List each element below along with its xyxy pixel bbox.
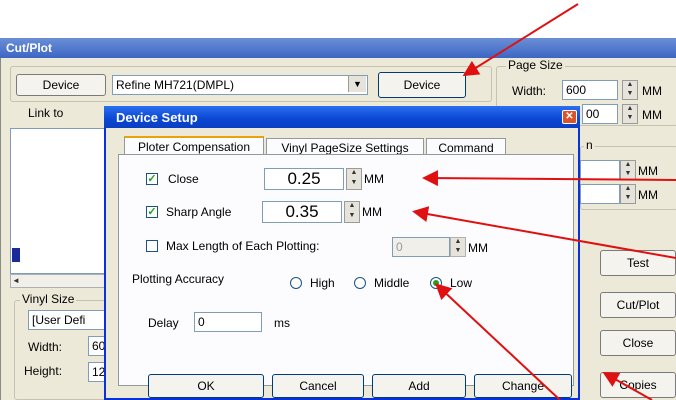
close-label: Close xyxy=(168,172,199,186)
preview-shape xyxy=(12,248,20,262)
delay-unit: ms xyxy=(274,316,290,330)
max-length-label: Max Length of Each Plotting: xyxy=(166,239,320,253)
offset-group-label: n xyxy=(584,138,595,152)
page-width-field[interactable]: 600 xyxy=(562,80,618,100)
offset-field-2[interactable] xyxy=(580,184,620,204)
change-button[interactable]: Change xyxy=(474,374,572,398)
vinyl-height-label: Height: xyxy=(24,364,63,378)
chevron-down-icon[interactable]: ▼ xyxy=(348,76,366,92)
accuracy-high-radio[interactable] xyxy=(290,277,302,289)
max-length-spinner[interactable]: ▲ ▼ xyxy=(450,237,466,257)
sharp-angle-spinner[interactable]: ▲ ▼ xyxy=(344,201,360,223)
max-length-field[interactable]: 0 xyxy=(392,237,450,257)
close-checkbox[interactable]: ✓ xyxy=(146,173,158,185)
page-width-spinner[interactable]: ▲ ▼ xyxy=(622,80,638,100)
accuracy-middle-label: Middle xyxy=(374,276,410,290)
delay-label: Delay xyxy=(148,316,179,330)
horizontal-scrollbar[interactable] xyxy=(10,274,110,288)
test-button[interactable]: Test xyxy=(600,250,676,276)
sharp-angle-checkbox[interactable]: ✓ xyxy=(146,206,158,218)
offset-unit-1: MM xyxy=(638,164,658,178)
page-height-spinner[interactable]: ▲ ▼ xyxy=(622,104,638,124)
accuracy-middle-radio[interactable] xyxy=(354,277,366,289)
sharp-angle-label: Sharp Angle xyxy=(166,205,232,219)
plotting-accuracy-label: Plotting Accuracy xyxy=(132,272,225,286)
page-width-unit: MM xyxy=(642,84,662,98)
device-button[interactable]: Device xyxy=(378,72,466,98)
tab-ploter-compensation[interactable]: Ploter Compensation xyxy=(124,136,264,156)
scroll-left-icon[interactable]: ◄ xyxy=(12,276,22,286)
offset-unit-2: MM xyxy=(638,188,658,202)
sharp-angle-unit: MM xyxy=(362,205,382,219)
sharp-angle-value-field[interactable]: 0.35 xyxy=(262,201,342,223)
close-value-field[interactable]: 0.25 xyxy=(264,168,344,190)
close-spinner[interactable]: ▲ ▼ xyxy=(346,168,362,190)
page-height-unit: MM xyxy=(642,108,662,122)
preview-panel xyxy=(10,128,110,274)
link-to-label: Link to xyxy=(28,106,64,120)
device-button-left[interactable]: Device xyxy=(16,74,106,96)
close-unit: MM xyxy=(364,172,384,186)
ok-button[interactable]: OK xyxy=(148,374,264,398)
add-button[interactable]: Add xyxy=(372,374,466,398)
device-select[interactable]: Refine MH721(DMPL) xyxy=(112,75,368,95)
page-height-field[interactable]: 00 xyxy=(582,104,618,124)
max-length-unit: MM xyxy=(468,241,488,255)
vinyl-width-label: Width: xyxy=(28,340,63,354)
vinyl-size-select[interactable]: [User Defi xyxy=(28,310,110,330)
page-size-label: Page Size xyxy=(506,58,565,72)
cancel-button[interactable]: Cancel xyxy=(272,374,364,398)
offset-field-1[interactable] xyxy=(580,160,620,180)
accuracy-low-radio[interactable] xyxy=(430,277,442,289)
delay-field[interactable]: 0 xyxy=(194,312,262,332)
dialog-title: Device Setup xyxy=(104,106,580,128)
main-window-title: Cut/Plot xyxy=(0,38,676,58)
accuracy-low-label: Low xyxy=(450,276,473,290)
vinyl-size-label: Vinyl Size xyxy=(20,292,77,306)
accuracy-high-label: High xyxy=(310,276,335,290)
offset-spinner-2[interactable]: ▲ ▼ xyxy=(620,184,636,204)
max-length-checkbox[interactable] xyxy=(146,240,158,252)
dialog-close-icon[interactable]: ✕ xyxy=(562,110,577,124)
close-button[interactable]: Close xyxy=(600,330,676,356)
offset-spinner-1[interactable]: ▲ ▼ xyxy=(620,160,636,180)
copies-button[interactable]: Copies xyxy=(600,372,676,398)
page-width-label: Width: xyxy=(512,84,547,98)
cut-plot-button[interactable]: Cut/Plot xyxy=(600,292,676,318)
